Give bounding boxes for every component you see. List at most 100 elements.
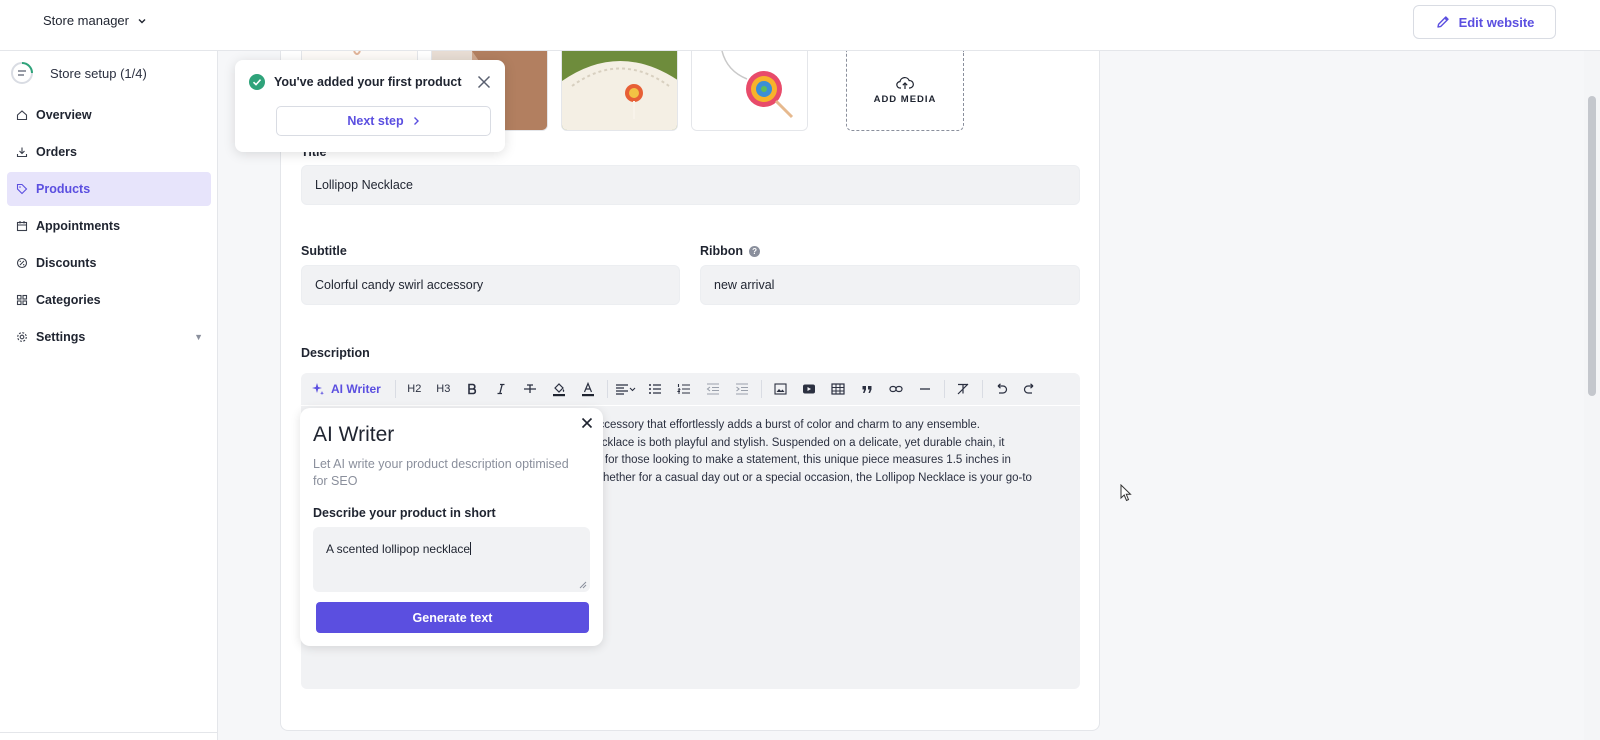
prompt-value: A scented lollipop necklace — [326, 542, 471, 556]
prompt-textarea[interactable]: A scented lollipop necklace — [313, 527, 590, 592]
toolbar-divider — [394, 380, 396, 398]
download-icon — [16, 147, 28, 158]
numbered-list-icon — [677, 384, 691, 394]
sidebar-item-label: Overview — [36, 108, 92, 122]
align-button[interactable] — [612, 373, 641, 405]
ai-writer-description: Let AI write your product description op… — [313, 457, 569, 488]
home-icon — [16, 110, 28, 121]
text-color-button[interactable] — [574, 373, 603, 405]
text-color-icon — [582, 381, 595, 397]
toast-message-row: You've added your first product — [249, 74, 461, 90]
page-scrollbar[interactable] — [1584, 51, 1600, 740]
sidebar-item-appointments[interactable]: Appointments — [7, 209, 211, 243]
ai-writer-button[interactable]: AI Writer — [301, 373, 391, 405]
next-step-label: Next step — [347, 114, 404, 128]
italic-button[interactable] — [487, 373, 516, 405]
cloud-upload-icon — [896, 76, 914, 89]
help-icon[interactable]: ? — [749, 246, 761, 258]
insert-image-button[interactable] — [766, 373, 795, 405]
ai-writer-popover: AI Writer Let AI write your product desc… — [300, 408, 603, 646]
bold-button[interactable] — [458, 373, 487, 405]
title-input[interactable]: Lollipop Necklace — [301, 165, 1080, 205]
text-cursor — [470, 542, 472, 555]
resize-grip-icon[interactable] — [579, 581, 587, 589]
table-icon — [831, 383, 845, 395]
grid-icon — [16, 294, 28, 306]
ribbon-label-row: Ribbon? — [700, 244, 761, 258]
rich-text-toolbar: AI Writer H2 H3 — [301, 373, 1080, 405]
ai-writer-title: AI Writer — [313, 423, 395, 446]
store-switcher[interactable]: Store manager — [43, 13, 147, 28]
edit-website-label: Edit website — [1458, 14, 1535, 30]
add-media-button[interactable]: ADD MEDIA — [846, 51, 964, 131]
insert-table-button[interactable] — [824, 373, 853, 405]
sidebar-footer — [0, 732, 217, 740]
store-setup-label: Store setup (1/4) — [50, 65, 147, 81]
ribbon-input[interactable]: new arrival — [700, 265, 1080, 305]
sidebar-item-products[interactable]: Products — [7, 172, 211, 206]
sidebar-item-label: Categories — [36, 293, 101, 307]
clear-format-button[interactable] — [949, 373, 978, 405]
sidebar-item-label: Products — [36, 182, 91, 196]
numbered-list-button[interactable] — [670, 373, 699, 405]
sidebar-nav: Overview Orders Products Appointments Di… — [7, 98, 211, 357]
bullet-list-button[interactable] — [641, 373, 670, 405]
check-circle-icon — [249, 74, 265, 90]
outdent-icon — [706, 383, 720, 395]
description-text: ul accessory that effortlessly adds a bu… — [580, 419, 1032, 484]
strikethrough-icon — [524, 384, 537, 393]
video-icon — [803, 384, 816, 394]
outdent-button[interactable] — [699, 373, 728, 405]
next-step-button[interactable]: Next step — [276, 106, 491, 136]
blockquote-button[interactable] — [853, 373, 882, 405]
tag-icon — [16, 183, 28, 195]
description-label: Description — [301, 346, 370, 360]
paint-bucket-icon — [553, 383, 566, 397]
toast-close-button[interactable] — [477, 75, 491, 89]
undo-icon — [997, 383, 1008, 394]
strikethrough-button[interactable] — [516, 373, 545, 405]
sidebar-item-discounts[interactable]: Discounts — [7, 246, 211, 280]
sidebar-item-settings[interactable]: Settings ▼ — [7, 320, 211, 354]
indent-icon — [736, 383, 749, 395]
bullet-list-icon — [649, 384, 662, 394]
insert-link-button[interactable] — [882, 373, 911, 405]
chevron-right-icon — [413, 117, 419, 125]
highlight-button[interactable] — [545, 373, 574, 405]
success-toast: You've added your first product Next ste… — [235, 60, 505, 152]
horizontal-rule-icon — [920, 388, 931, 390]
sidebar-item-label: Settings — [36, 330, 86, 344]
sidebar-item-orders[interactable]: Orders — [7, 135, 211, 169]
store-setup-progress[interactable]: Store setup (1/4) — [10, 61, 147, 85]
italic-icon — [497, 383, 505, 395]
indent-button[interactable] — [728, 373, 757, 405]
media-thumbnail[interactable] — [691, 51, 808, 131]
subtitle-input[interactable]: Colorful candy swirl accessory — [301, 265, 680, 305]
insert-video-button[interactable] — [795, 373, 824, 405]
toolbar-divider — [981, 380, 983, 398]
close-icon — [581, 417, 593, 429]
edit-website-button[interactable]: Edit website — [1413, 5, 1556, 39]
store-switcher-label: Store manager — [43, 13, 129, 28]
sidebar-item-categories[interactable]: Categories — [7, 283, 211, 317]
media-thumbnail[interactable] — [561, 51, 678, 131]
clear-format-icon — [957, 383, 969, 395]
pencil-icon — [1436, 16, 1449, 28]
sidebar-item-label: Orders — [36, 145, 77, 159]
redo-icon — [1024, 383, 1034, 394]
heading2-button[interactable]: H2 — [400, 373, 429, 405]
undo-button[interactable] — [987, 373, 1016, 405]
ai-writer-close-button[interactable] — [581, 417, 593, 429]
sidebar-item-overview[interactable]: Overview — [7, 98, 211, 132]
scrollbar-thumb[interactable] — [1588, 96, 1596, 396]
product-image — [562, 51, 677, 130]
ribbon-label: Ribbon — [700, 244, 744, 258]
quote-icon — [862, 386, 872, 393]
horizontal-rule-button[interactable] — [911, 373, 940, 405]
discount-icon — [16, 257, 28, 269]
generate-text-button[interactable]: Generate text — [316, 602, 589, 633]
mouse-cursor-icon — [1120, 484, 1132, 502]
redo-button[interactable] — [1016, 373, 1045, 405]
sparkle-icon — [312, 383, 324, 395]
heading3-button[interactable]: H3 — [429, 373, 458, 405]
